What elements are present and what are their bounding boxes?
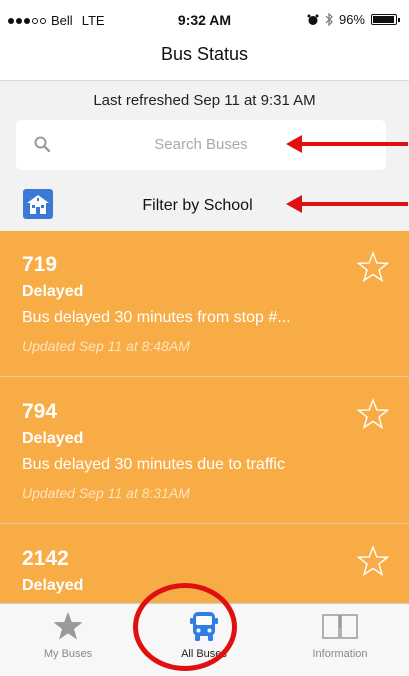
status-right: 96%: [307, 12, 400, 27]
bus-number: 794: [22, 400, 58, 423]
status-bar: Bell LTE 9:32 AM 96%: [0, 0, 409, 38]
battery-percent: 96%: [338, 12, 365, 27]
bus-description: Bus delayed 30 minutes from stop #...: [22, 309, 291, 326]
bus-list[interactable]: 719 Delayed Bus delayed 30 minutes from …: [0, 231, 409, 603]
bus-updated-time: Updated Sep 11 at 8:48AM: [22, 338, 190, 354]
book-icon: [322, 614, 358, 639]
tab-label: Information: [312, 648, 368, 660]
bus-card[interactable]: 719 Delayed Bus delayed 30 minutes from …: [0, 231, 409, 377]
tab-information[interactable]: Information: [272, 604, 408, 676]
bus-number: 2142: [22, 547, 69, 570]
tab-label: My Buses: [43, 648, 93, 660]
page-title: Bus Status: [160, 44, 249, 64]
bluetooth-icon: [325, 13, 333, 26]
annotation-arrow: [286, 135, 408, 153]
star-icon: [53, 612, 83, 640]
favorite-star-icon[interactable]: [357, 251, 389, 283]
favorite-star-icon[interactable]: [357, 545, 389, 577]
bus-status: Delayed: [22, 283, 84, 300]
annotation-circle: [133, 583, 237, 671]
bus-updated-time: Updated Sep 11 at 8:31AM: [22, 485, 190, 501]
bus-status: Delayed: [22, 577, 84, 594]
battery-icon: [371, 14, 400, 25]
favorite-star-icon[interactable]: [357, 398, 389, 430]
tab-my-buses[interactable]: My Buses: [0, 604, 136, 676]
bus-status: Delayed: [22, 430, 84, 447]
annotation-arrow: [286, 195, 408, 213]
bus-number: 719: [22, 253, 58, 276]
bus-card[interactable]: 794 Delayed Bus delayed 30 minutes due t…: [0, 378, 409, 524]
last-refreshed-text: Last refreshed Sep 11 at 9:31 AM: [93, 92, 316, 109]
bus-description: Bus delayed 30 minutes due to traffic: [22, 456, 285, 473]
alarm-icon: [307, 14, 319, 25]
